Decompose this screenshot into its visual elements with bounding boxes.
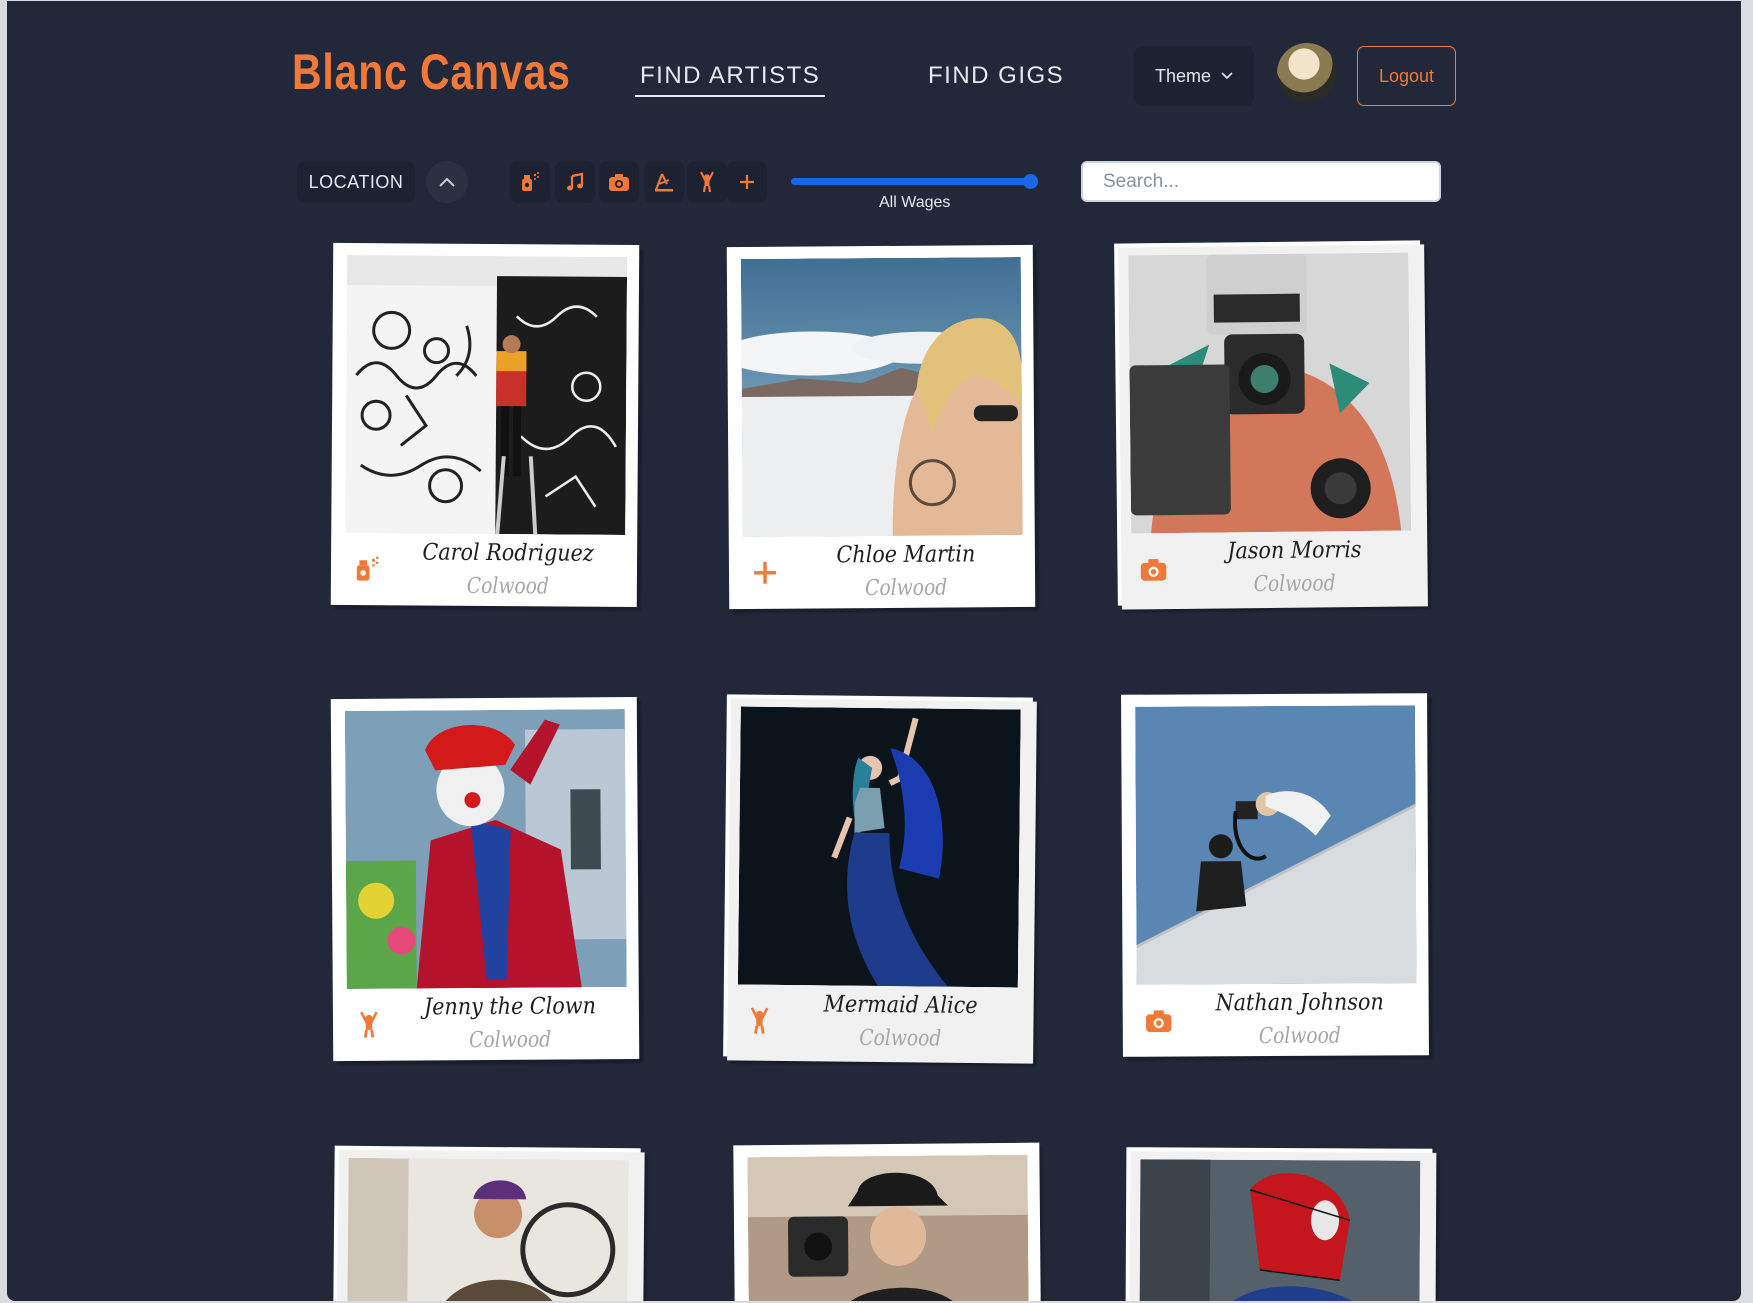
artist-name: Carol Rodriguez [422, 539, 594, 567]
artist-card[interactable]: Carol Rodriguez Colwood [330, 242, 640, 608]
spray-paint-icon [522, 172, 539, 191]
nav-find-artists[interactable]: FIND ARTISTS [635, 62, 826, 97]
camera-icon [1140, 558, 1167, 581]
artist-card[interactable] [1125, 1147, 1433, 1301]
performer-icon [750, 1007, 769, 1034]
plus-icon [740, 175, 754, 189]
category-music[interactable] [555, 161, 595, 203]
chevron-up-icon [439, 177, 455, 187]
artist-photo [737, 706, 1021, 988]
artist-location: Colwood [859, 1025, 942, 1052]
search-input[interactable] [1081, 161, 1441, 202]
artist-photo [344, 709, 627, 989]
logout-button[interactable]: Logout [1357, 46, 1456, 106]
spray-paint-icon [356, 556, 379, 581]
artist-location: Colwood [1258, 1023, 1341, 1050]
category-performer[interactable] [687, 161, 727, 203]
location-toggle[interactable] [426, 161, 468, 203]
artist-location: Colwood [865, 575, 948, 602]
category-other[interactable] [727, 161, 767, 203]
artist-name: Jason Morris [1227, 537, 1362, 565]
category-spray-paint[interactable] [510, 161, 550, 203]
artist-name: Mermaid Alice [823, 991, 978, 1020]
theme-dropdown[interactable]: Theme [1134, 46, 1254, 106]
chevron-down-icon [1221, 72, 1233, 80]
artist-card[interactable]: Chloe Martin Colwood [726, 244, 1036, 610]
artist-card[interactable] [333, 1145, 641, 1301]
artist-card[interactable]: Jenny the Clown Colwood [330, 696, 640, 1062]
brand-logo[interactable]: Blanc Canvas [292, 43, 571, 101]
artist-location: Colwood [466, 573, 549, 600]
artist-card[interactable] [733, 1142, 1041, 1301]
plus-icon [754, 561, 776, 584]
artist-card[interactable]: Nathan Johnson Colwood [1121, 693, 1429, 1057]
wage-label: All Wages [879, 194, 951, 211]
music-note-icon [567, 172, 584, 191]
artist-card[interactable]: Jason Morris Colwood [1114, 240, 1424, 606]
artist-name: Jenny the Clown [423, 993, 596, 1021]
artist-name: Nathan Johnson [1215, 989, 1384, 1017]
artist-photo [747, 1154, 1029, 1301]
artist-photo [1128, 252, 1412, 534]
artist-location: Colwood [1253, 571, 1336, 598]
artist-photo [1135, 705, 1417, 985]
artist-photo [347, 1157, 629, 1301]
nav-find-gigs[interactable]: FIND GIGS [928, 62, 1064, 90]
artist-name: Chloe Martin [836, 541, 976, 569]
wage-slider-track[interactable] [791, 178, 1029, 185]
artist-photo [1139, 1159, 1421, 1301]
artist-photo [740, 257, 1023, 537]
artist-photo [345, 255, 628, 535]
sculpture-icon [654, 173, 673, 192]
artist-card[interactable]: Mermaid Alice Colwood [723, 694, 1033, 1060]
location-button[interactable]: LOCATION [297, 161, 415, 203]
artist-location: Colwood [469, 1027, 552, 1054]
theme-label: Theme [1154, 65, 1212, 86]
performer-icon [360, 1011, 378, 1038]
filter-bar: LOCATION All Wages [7, 161, 1741, 211]
performer-icon [700, 171, 714, 193]
camera-icon [1146, 1010, 1172, 1033]
app-window: Blanc Canvas FIND ARTISTS FIND GIGS Them… [7, 1, 1741, 1301]
category-sculpture[interactable] [644, 161, 684, 203]
camera-icon [609, 174, 629, 191]
category-photography[interactable] [599, 161, 639, 203]
wage-slider-thumb[interactable] [1023, 174, 1038, 189]
avatar[interactable] [1277, 43, 1337, 103]
